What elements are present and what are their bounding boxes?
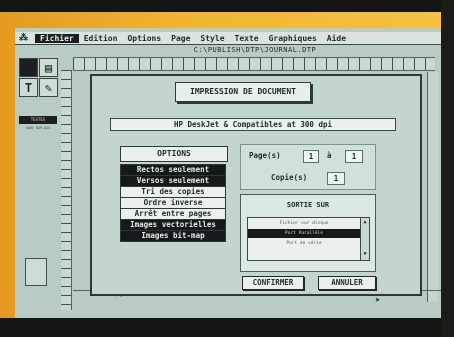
output-parallel-port[interactable]: Port Parallèle xyxy=(248,229,360,238)
menu-fichier[interactable]: Fichier xyxy=(35,33,79,43)
option-versos[interactable]: Versos seulement xyxy=(120,176,226,187)
page-to-field[interactable]: 1 xyxy=(345,150,363,163)
cancel-button[interactable]: ANNULER xyxy=(318,276,376,290)
output-scrollbar[interactable]: ▲ ▼ xyxy=(360,217,370,261)
vertical-scrollbar[interactable] xyxy=(427,72,438,302)
confirm-button[interactable]: CONFIRMER xyxy=(242,276,304,290)
mouse-pointer-icon: ➤ xyxy=(375,296,381,306)
scroll-up-icon[interactable]: ▲ xyxy=(361,218,369,226)
sidebar-text-item[interactable]: SANS NOM.DOC xyxy=(19,126,57,132)
photo-border-right xyxy=(441,0,454,337)
horizontal-ruler xyxy=(73,57,435,71)
copies-field[interactable]: 1 xyxy=(327,172,345,185)
menu-style[interactable]: Style xyxy=(195,34,229,43)
page-to-label: à xyxy=(327,151,332,160)
menu-graphiques[interactable]: Graphiques xyxy=(264,34,322,43)
dialog-title: IMPRESSION DE DOCUMENT xyxy=(175,82,311,102)
output-box: SORTIE SUR Fichier sur disque Port Paral… xyxy=(240,194,376,272)
pages-label: Page(s) xyxy=(249,151,281,160)
menu-edition[interactable]: Edition xyxy=(79,34,123,43)
toolbox: ▤ T ✎ xyxy=(19,58,59,103)
output-file[interactable]: Fichier sur disque xyxy=(248,219,360,228)
page-range-box: Page(s) 1 à 1 Copie(s) 1 xyxy=(240,144,376,190)
copies-label: Copie(s) xyxy=(271,173,308,182)
select-tool-icon[interactable] xyxy=(19,58,38,77)
vertical-ruler xyxy=(61,70,72,310)
printer-select[interactable]: HP DeskJet & Compatibles at 300 dpi xyxy=(110,118,396,131)
text-tool-icon[interactable]: T xyxy=(19,78,38,97)
output-serial-port[interactable]: Port de série xyxy=(248,239,360,248)
menu-bar: ⁂ Fichier Edition Options Page Style Tex… xyxy=(15,32,441,45)
pencil-tool-icon[interactable]: ✎ xyxy=(39,78,58,97)
photo-border-top xyxy=(0,0,454,12)
print-dialog: IMPRESSION DE DOCUMENT HP DeskJet & Comp… xyxy=(90,74,422,296)
system-menu-icon[interactable]: ⁂ xyxy=(15,33,35,43)
window-title: C:\PUBLISH\DTP\JOURNAL.DTP xyxy=(193,46,317,54)
option-ordre-inverse[interactable]: Ordre inverse xyxy=(120,198,226,209)
output-title: SORTIE SUR xyxy=(286,201,330,209)
frame-tool-icon[interactable]: ▤ xyxy=(39,58,58,77)
menu-aide[interactable]: Aide xyxy=(322,34,351,43)
options-list: Rectos seulement Versos seulement Tri de… xyxy=(120,164,226,242)
menu-texte[interactable]: Texte xyxy=(230,34,264,43)
option-rectos[interactable]: Rectos seulement xyxy=(120,164,226,176)
page-from-field[interactable]: 1 xyxy=(303,150,319,163)
options-title: OPTIONS xyxy=(120,146,228,162)
option-tri-copies[interactable]: Tri des copies xyxy=(120,187,226,198)
sidebar-texts-label: TEXTES xyxy=(19,116,57,124)
option-arret-pages[interactable]: Arrêt entre pages xyxy=(120,209,226,220)
menu-page[interactable]: Page xyxy=(166,34,195,43)
page-icon[interactable] xyxy=(25,258,47,286)
option-images-bitmap[interactable]: Images bit-map xyxy=(120,231,226,242)
option-images-vectorielles[interactable]: Images vectorielles xyxy=(120,220,226,231)
screen: ⁂ Fichier Edition Options Page Style Tex… xyxy=(15,28,441,318)
menu-options[interactable]: Options xyxy=(122,34,166,43)
photo-border-bottom xyxy=(0,318,454,337)
scroll-down-icon[interactable]: ▼ xyxy=(361,250,369,258)
output-list: Fichier sur disque Port Parallèle Port d… xyxy=(247,217,361,261)
